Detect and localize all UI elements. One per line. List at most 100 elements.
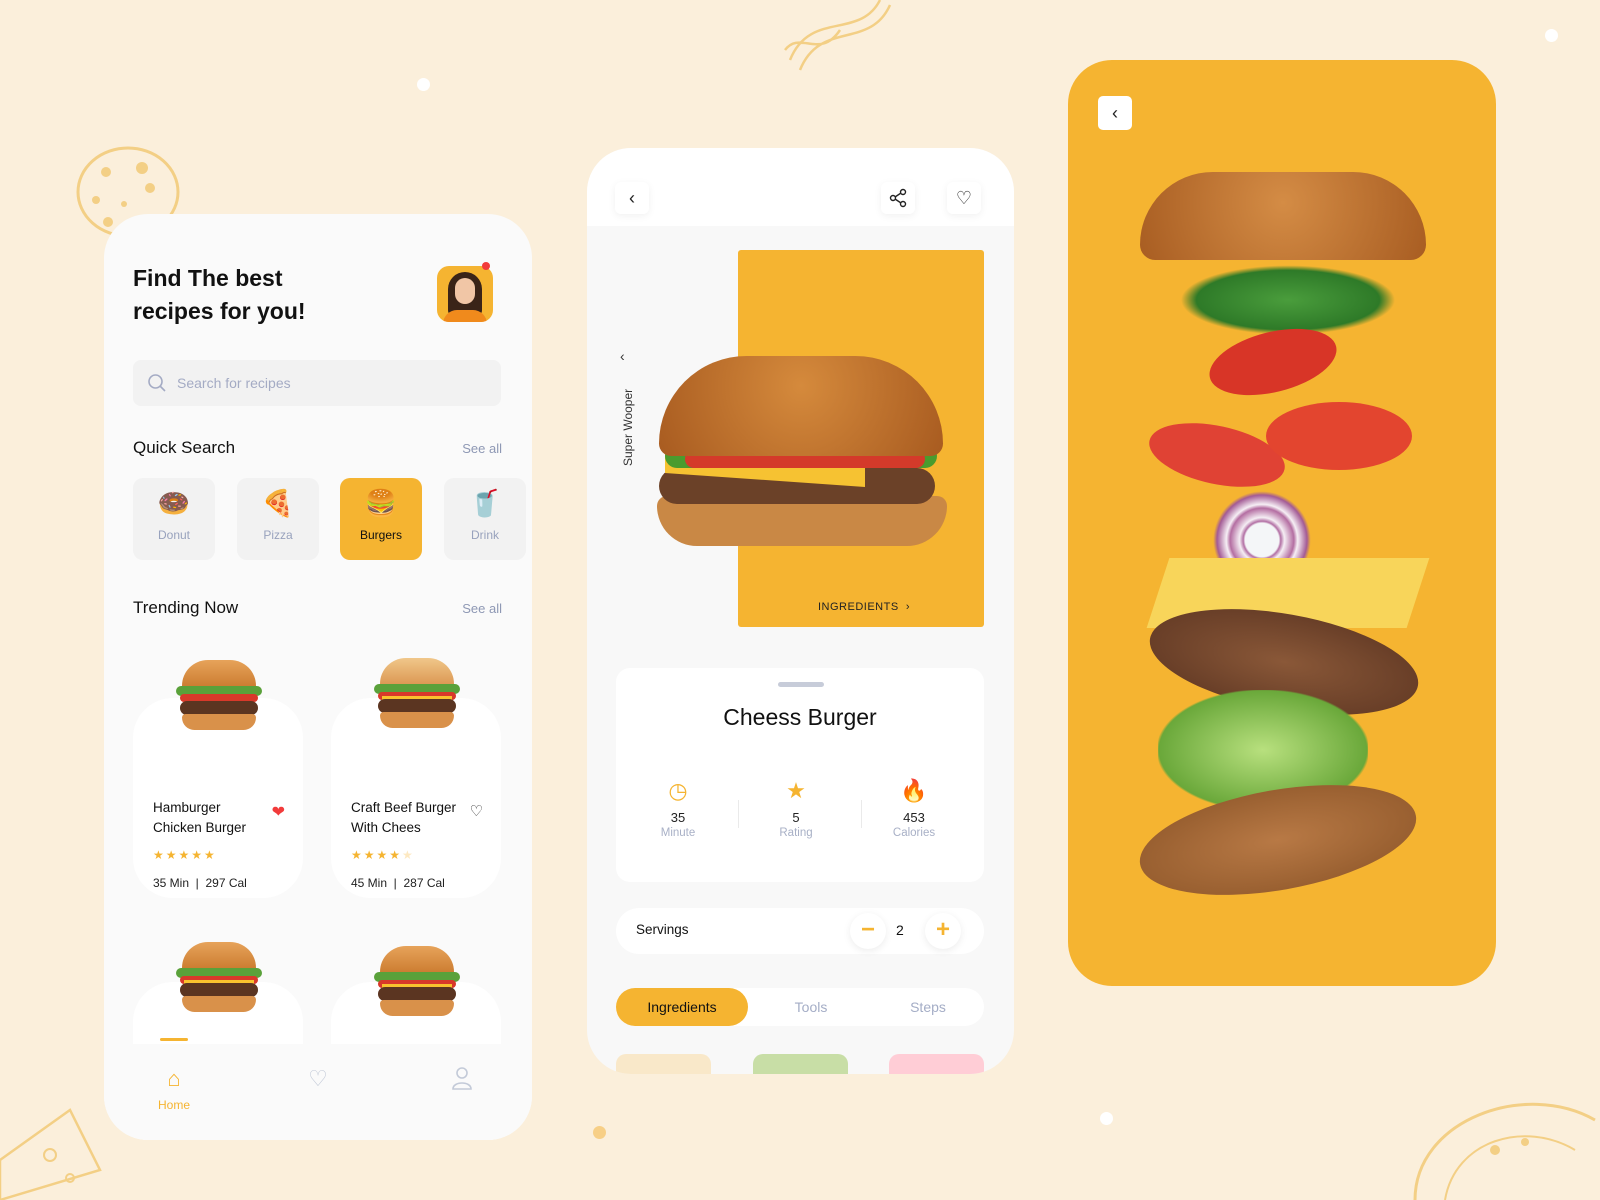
chevron-right-icon: › xyxy=(905,601,910,613)
recipe-title: Craft Beef Burger With Chees xyxy=(351,800,457,835)
rating-stars: ★★★★★ xyxy=(153,848,217,862)
heart-outline-icon[interactable]: ♡ xyxy=(470,802,483,820)
favorite-button[interactable]: ♡ xyxy=(947,182,981,214)
nav-indicator xyxy=(160,1038,188,1041)
category-label: Donut xyxy=(157,528,191,542)
servings-label: Servings xyxy=(636,922,689,937)
avatar[interactable] xyxy=(437,266,493,322)
page-title: Find The best recipes for you! xyxy=(133,262,306,328)
stat-value: 5 xyxy=(792,810,800,825)
trending-see-all[interactable]: See all xyxy=(462,601,502,616)
divider xyxy=(861,800,862,828)
divider xyxy=(738,800,739,828)
trending-title: Trending Now xyxy=(133,598,239,617)
chevron-up-icon[interactable]: ‹ xyxy=(620,348,625,364)
burger-icon: 🍔 xyxy=(364,488,398,518)
back-button[interactable]: ‹ xyxy=(615,182,649,214)
back-button[interactable]: ‹ xyxy=(1098,96,1132,130)
detail-tabs: Ingredients Tools Steps xyxy=(616,988,984,1026)
servings-value: 2 xyxy=(896,922,904,938)
recipe-meta: 45 Min | 287 Cal xyxy=(351,876,445,890)
increment-button[interactable]: + xyxy=(925,913,961,949)
taco-doodle-icon xyxy=(1413,1102,1596,1200)
tab-ingredients[interactable]: Ingredients xyxy=(616,988,748,1026)
category-label: Drink xyxy=(470,528,499,542)
stat-time: ◷ 35 Minute xyxy=(628,778,728,839)
stat-label: Minute xyxy=(660,827,696,839)
decor-dot xyxy=(593,1126,606,1139)
chevron-left-icon: ‹ xyxy=(1112,102,1118,123)
ingredient-tile[interactable] xyxy=(889,1054,984,1074)
cheese-doodle-icon xyxy=(0,1108,102,1200)
recipe-detail-screen: ‹ ♡ ‹ Super Wooper INGREDIENTS › Cheess … xyxy=(587,148,1014,1074)
ingredient-tile[interactable] xyxy=(753,1054,848,1074)
quick-search-title: Quick Search xyxy=(133,438,236,457)
whisk-doodle-icon xyxy=(784,0,892,71)
notification-dot xyxy=(482,262,490,270)
burger-image xyxy=(372,658,462,732)
ingredients-link-label: INGREDIENTS xyxy=(818,601,899,613)
category-donut[interactable]: 🍩 Donut xyxy=(133,478,215,560)
tomato-slice-image xyxy=(1266,402,1412,470)
stat-calories: 🔥 453 Calories xyxy=(864,778,964,839)
drag-handle[interactable] xyxy=(778,682,824,687)
clock-icon: ◷ xyxy=(668,778,688,803)
category-pizza[interactable]: 🍕 Pizza xyxy=(237,478,319,560)
bun-top-image xyxy=(1140,172,1426,260)
category-burgers[interactable]: 🍔 Burgers xyxy=(340,478,422,560)
home-screen: Find The best recipes for you! Quick Sea… xyxy=(104,214,532,1140)
flame-icon: 🔥 xyxy=(900,778,928,803)
stat-value: 35 xyxy=(670,810,686,825)
decor-dot xyxy=(417,78,430,91)
recipe-name: Cheess Burger xyxy=(723,704,877,730)
chevron-left-icon: ‹ xyxy=(629,187,635,208)
bun-bottom-image xyxy=(1131,766,1425,914)
nav-profile[interactable] xyxy=(432,1066,492,1095)
ingredients-link[interactable]: INGREDIENTS › xyxy=(818,601,910,613)
side-label: Super Wooper xyxy=(621,388,635,466)
title-line-1: Find The best xyxy=(133,265,283,291)
burger-image xyxy=(372,946,462,1020)
recipe-info-card: Cheess Burger ◷ 35 Minute ★ 5 Rating 🔥 4… xyxy=(616,668,984,882)
heart-icon: ♡ xyxy=(308,1066,328,1091)
burger-image xyxy=(174,942,264,1016)
search-icon xyxy=(148,374,166,392)
avatar-face xyxy=(455,278,475,304)
share-button[interactable] xyxy=(881,182,915,214)
recipe-title: Hamburger Chicken Burger xyxy=(153,800,247,835)
title-line-2: recipes for you! xyxy=(133,298,306,324)
home-icon: ⌂ xyxy=(167,1066,181,1091)
ingredient-tile[interactable] xyxy=(616,1054,711,1074)
exploded-burger-screen: ‹ xyxy=(1068,60,1496,986)
pizza-icon: 🍕 xyxy=(261,488,295,518)
stat-label: Calories xyxy=(892,827,936,839)
quick-search-see-all[interactable]: See all xyxy=(462,441,502,456)
nav-label: Home xyxy=(157,1098,190,1112)
hero-burger-image xyxy=(655,356,947,556)
category-label: Pizza xyxy=(263,528,293,542)
stat-rating: ★ 5 Rating xyxy=(746,778,846,839)
star-icon: ★ xyxy=(786,778,806,803)
nav-favorites[interactable]: ♡ xyxy=(288,1066,348,1092)
decrement-button[interactable]: − xyxy=(850,913,886,949)
heart-filled-icon[interactable]: ❤ xyxy=(272,802,285,822)
search-input[interactable] xyxy=(177,375,477,391)
category-drink[interactable]: 🥤 Drink xyxy=(444,478,526,560)
drink-icon: 🥤 xyxy=(468,488,502,518)
avatar-shirt xyxy=(443,310,487,322)
detail-header: ‹ ♡ xyxy=(587,148,1014,226)
nav-home[interactable]: ⌂ Home xyxy=(144,1066,204,1112)
share-icon xyxy=(889,188,907,208)
bottom-nav: ⌂ Home ♡ xyxy=(104,1038,532,1140)
stat-label: Rating xyxy=(779,827,813,839)
tab-steps[interactable]: Steps xyxy=(878,988,978,1026)
tab-tools[interactable]: Tools xyxy=(756,988,866,1026)
heart-outline-icon: ♡ xyxy=(955,187,973,208)
recipe-meta: 35 Min | 297 Cal xyxy=(153,876,247,890)
decor-dot xyxy=(1100,1112,1113,1125)
servings-row: Servings − 2 + xyxy=(616,908,984,954)
donut-icon: 🍩 xyxy=(157,488,191,518)
burger-image xyxy=(174,660,264,734)
search-bar[interactable] xyxy=(133,360,501,406)
rating-stars: ★★★★★ xyxy=(351,848,415,862)
